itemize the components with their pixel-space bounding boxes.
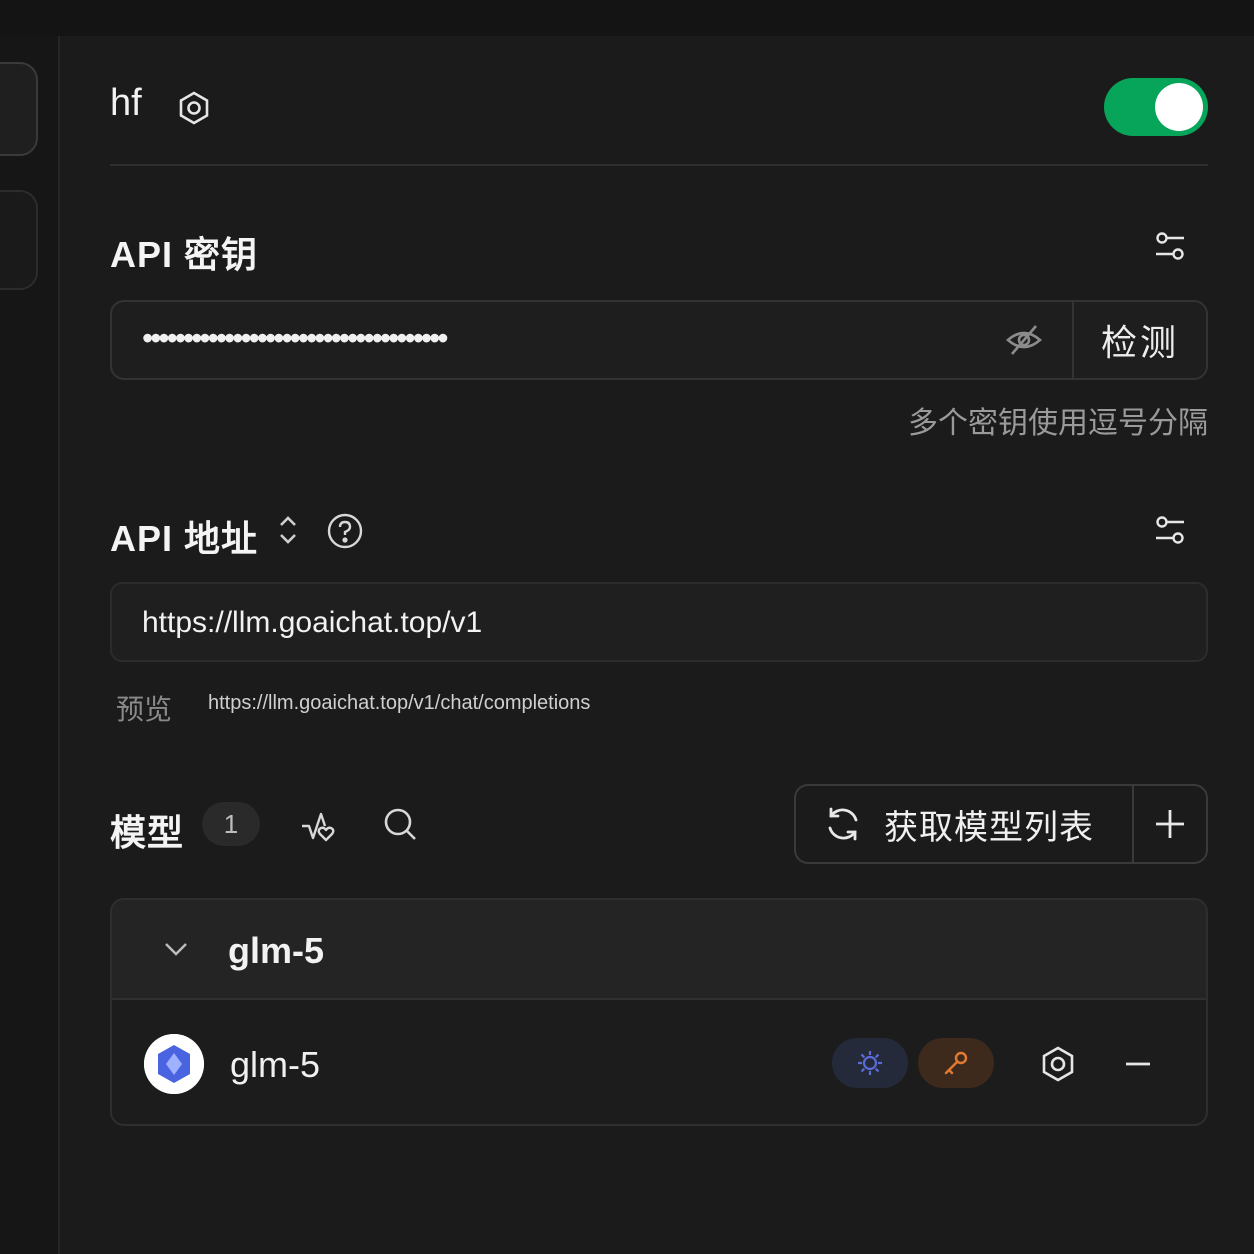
model-group-name: glm-5 bbox=[228, 930, 325, 971]
sidebar-item-active[interactable] bbox=[0, 62, 38, 156]
chevron-down-icon[interactable] bbox=[158, 930, 194, 966]
api-key-value[interactable]: ••••••••••••••••••••••••••••••••••••• bbox=[142, 320, 449, 357]
fetch-models-group: 获取模型列表 bbox=[794, 784, 1208, 864]
provider-name: hf bbox=[110, 82, 142, 124]
fetch-models-button[interactable]: 获取模型列表 bbox=[796, 786, 1132, 862]
header-divider bbox=[110, 164, 1208, 166]
provider-enable-toggle[interactable] bbox=[1104, 78, 1208, 136]
model-group-header[interactable]: glm-5 bbox=[112, 900, 1206, 1000]
vision-icon bbox=[832, 1038, 908, 1088]
chevron-up-down-icon[interactable] bbox=[268, 510, 308, 550]
health-check-icon[interactable] bbox=[300, 806, 340, 846]
models-title: 模型 bbox=[110, 812, 185, 853]
sliders-icon[interactable] bbox=[1150, 226, 1190, 266]
provider-sidebar bbox=[0, 36, 60, 1254]
tool-icon bbox=[918, 1038, 994, 1088]
api-key-input[interactable]: ••••••••••••••••••••••••••••••••••••• 检测 bbox=[110, 300, 1208, 380]
preview-url: https://llm.goaichat.top/v1/chat/complet… bbox=[208, 692, 591, 714]
api-url-title: API 地址 bbox=[110, 518, 259, 559]
model-group-card: glm-5 glm-5 bbox=[110, 898, 1208, 1126]
model-name: glm-5 bbox=[230, 1044, 321, 1085]
api-key-hint: 多个密钥使用逗号分隔 bbox=[908, 407, 1208, 440]
toggle-knob bbox=[1155, 83, 1203, 131]
help-icon[interactable] bbox=[326, 512, 364, 550]
model-logo-icon bbox=[144, 1034, 204, 1094]
api-key-title: API 密钥 bbox=[110, 234, 259, 275]
plus-icon bbox=[1156, 810, 1184, 838]
refresh-icon bbox=[828, 807, 858, 841]
eye-off-icon[interactable] bbox=[1004, 320, 1044, 360]
preview-label: 预览 bbox=[116, 694, 173, 725]
model-row: glm-5 bbox=[112, 1002, 1206, 1124]
api-url-value[interactable]: https://llm.goaichat.top/v1 bbox=[142, 606, 482, 640]
model-settings-icon[interactable] bbox=[1038, 1044, 1078, 1084]
provider-settings-panel: hf API 密钥 ••••••••••••••••••••••••••••••… bbox=[110, 0, 1208, 1254]
model-count-badge: 1 bbox=[202, 802, 260, 846]
api-url-input[interactable]: https://llm.goaichat.top/v1 bbox=[110, 582, 1208, 662]
fetch-models-label: 获取模型列表 bbox=[884, 808, 1094, 847]
sliders-icon[interactable] bbox=[1150, 510, 1190, 550]
search-icon[interactable] bbox=[380, 804, 420, 844]
check-key-button[interactable]: 检测 bbox=[1072, 302, 1206, 378]
provider-settings-icon[interactable] bbox=[176, 90, 212, 126]
remove-model-icon[interactable] bbox=[1118, 1044, 1158, 1084]
sidebar-item[interactable] bbox=[0, 190, 38, 290]
add-model-button[interactable] bbox=[1134, 786, 1206, 862]
provider-header: hf bbox=[110, 78, 1208, 138]
